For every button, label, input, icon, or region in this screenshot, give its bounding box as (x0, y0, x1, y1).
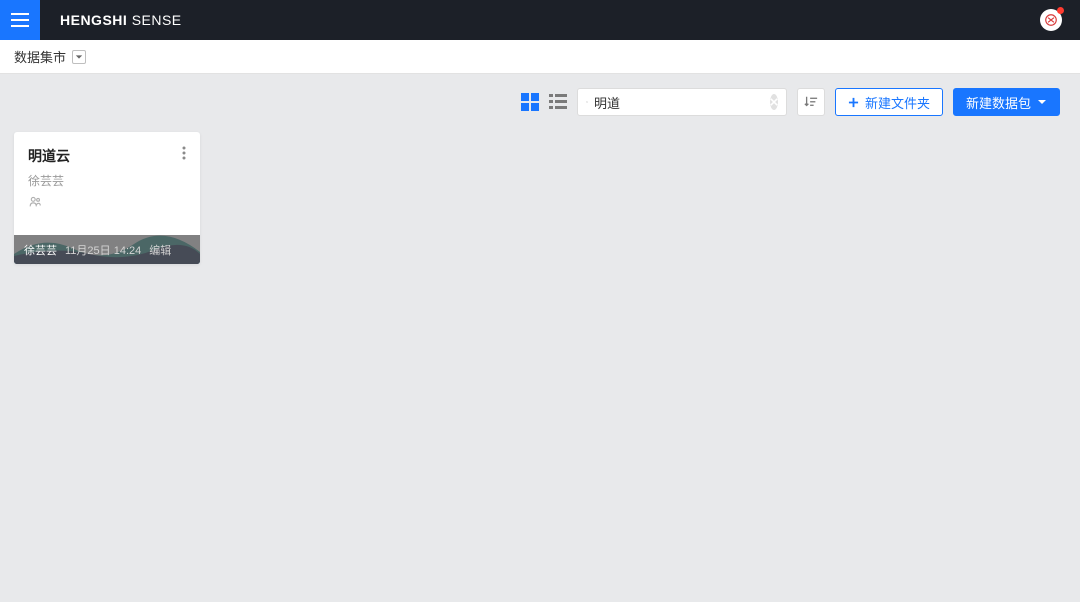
list-view-button[interactable] (549, 93, 567, 111)
new-package-label: 新建数据包 (966, 93, 1031, 112)
brand-light: SENSE (132, 12, 182, 28)
sort-icon (804, 95, 818, 109)
chevron-down-icon (75, 53, 83, 61)
avatar-icon (1044, 13, 1058, 27)
search-input[interactable] (594, 95, 770, 110)
card-footer-action: 编辑 (149, 242, 171, 258)
new-folder-label: 新建文件夹 (865, 93, 930, 112)
card-title: 明道云 (28, 146, 186, 166)
menu-toggle-button[interactable] (0, 0, 40, 40)
card-menu-button[interactable] (178, 142, 190, 169)
view-switch (521, 93, 567, 111)
grid-view-button[interactable] (521, 93, 539, 111)
grid-icon (521, 93, 539, 111)
close-icon (770, 98, 778, 106)
chevron-down-icon (1037, 97, 1047, 107)
search-icon (586, 95, 588, 109)
sort-button[interactable] (797, 88, 825, 116)
list-icon (549, 93, 567, 111)
new-folder-button[interactable]: 新建文件夹 (835, 88, 943, 116)
user-avatar[interactable] (1040, 9, 1062, 31)
brand-title: HENGSHI SENSE (60, 12, 182, 28)
card-footer-user: 徐芸芸 (24, 242, 57, 258)
breadcrumb-label: 数据集市 (14, 47, 66, 66)
search-box[interactable] (577, 88, 787, 116)
dots-vertical-icon (182, 146, 186, 160)
people-icon (28, 195, 42, 209)
card-body: 明道云 徐芸芸 (14, 132, 200, 235)
brand-bold: HENGSHI (60, 12, 127, 28)
hamburger-icon (11, 13, 29, 27)
card-owner: 徐芸芸 (28, 172, 186, 189)
breadcrumb-bar: 数据集市 (0, 40, 1080, 74)
clear-search-button[interactable] (770, 94, 778, 110)
package-card[interactable]: 明道云 徐芸芸 徐芸芸 11月25日 14:24 编辑 (14, 132, 200, 264)
new-package-button[interactable]: 新建数据包 (953, 88, 1060, 116)
plus-icon (848, 97, 859, 108)
card-footer-date: 11月25日 14:24 (65, 242, 141, 258)
toolbar: 新建文件夹 新建数据包 (0, 74, 1080, 116)
content-area: 明道云 徐芸芸 徐芸芸 11月25日 14:24 编辑 (0, 116, 1080, 280)
top-bar: HENGSHI SENSE (0, 0, 1080, 40)
card-footer: 徐芸芸 11月25日 14:24 编辑 (14, 235, 200, 264)
share-indicator (28, 195, 42, 209)
breadcrumb-dropdown[interactable] (72, 50, 86, 64)
